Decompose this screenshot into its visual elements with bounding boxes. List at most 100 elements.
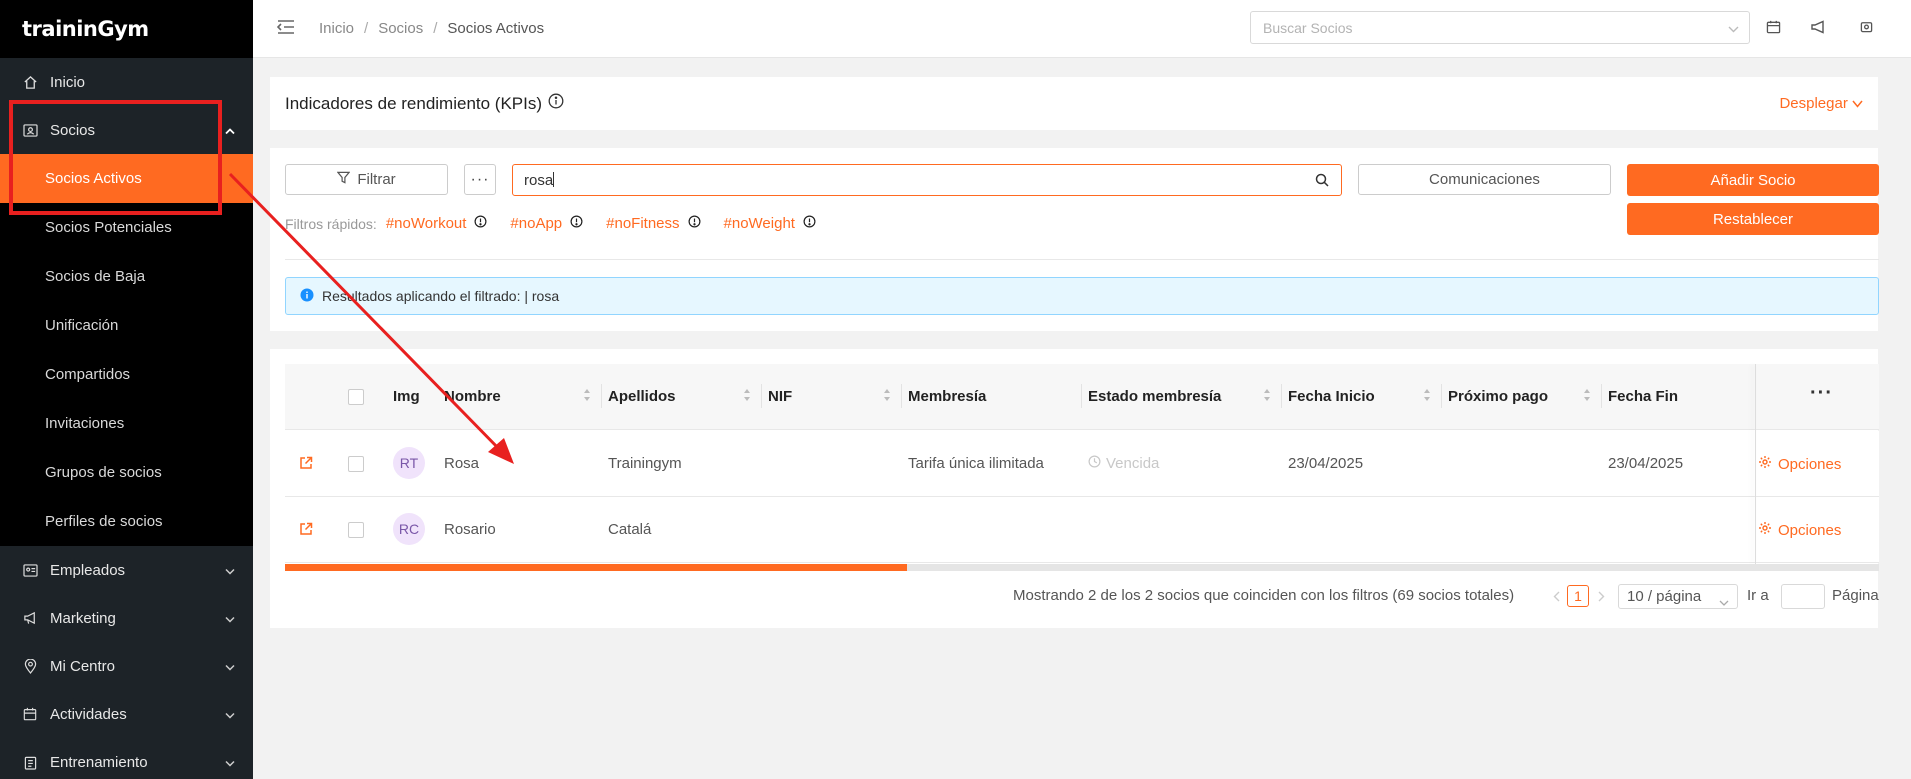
column-header-fecha-fin: Fecha Fin (1608, 388, 1679, 405)
sort-icon[interactable] (883, 388, 891, 407)
megaphone-icon[interactable] (1810, 20, 1826, 39)
clipboard-icon (22, 754, 38, 770)
column-settings-ellipsis-icon[interactable]: ··· (1810, 382, 1833, 405)
sidebar-item-mi-centro[interactable]: Mi Centro (0, 642, 253, 690)
column-header-img: Img (393, 388, 420, 405)
page-number: 1 (1574, 588, 1582, 604)
quick-filter-nofitness[interactable]: #noFitness (606, 215, 701, 232)
sidebar-item-socios-activos[interactable]: Socios Activos (0, 154, 253, 203)
row-options-button[interactable]: Opciones (1758, 455, 1841, 473)
reset-label: Restablecer (1712, 210, 1794, 228)
sidebar-item-socios[interactable]: Socios (0, 106, 253, 154)
gear-icon (1758, 455, 1772, 473)
member-search-select[interactable]: Buscar Socios (1250, 11, 1750, 44)
column-header-estado-membresia[interactable]: Estado membresía (1088, 388, 1221, 405)
logo[interactable]: traininGym (0, 0, 253, 58)
quick-filters: Filtros rápidos: #noWorkout #noApp #noFi… (285, 215, 830, 232)
sort-icon[interactable] (583, 388, 591, 407)
breadcrumb-inicio[interactable]: Inicio (319, 20, 354, 37)
quick-filter-noworkout[interactable]: #noWorkout (386, 215, 488, 232)
logo-text: traininGym (22, 17, 149, 41)
breadcrumb-separator: / (364, 20, 369, 37)
filters-panel: Filtrar ··· rosa Comunicaciones Añadir S… (270, 148, 1879, 331)
column-separator (901, 384, 902, 408)
sort-icon[interactable] (1263, 388, 1271, 407)
select-all-checkbox[interactable] (348, 389, 364, 405)
column-separator (601, 384, 602, 408)
add-member-button[interactable]: Añadir Socio (1627, 164, 1879, 196)
sidebar-item-entrenamiento[interactable]: Entrenamiento (0, 738, 253, 779)
chevron-down-icon (225, 754, 235, 771)
sidebar-item-empleados[interactable]: Empleados (0, 546, 253, 594)
sidebar-item-actividades[interactable]: Actividades (0, 690, 253, 738)
sidebar-item-unificacion[interactable]: Unificación (0, 301, 253, 350)
column-separator (1081, 384, 1082, 408)
sidebar-item-label: Actividades (50, 705, 127, 723)
sidebar-item-marketing[interactable]: Marketing (0, 594, 253, 642)
row-checkbox[interactable] (348, 456, 364, 472)
kpi-expand-link[interactable]: Desplegar (1779, 95, 1863, 112)
sub-item-label: Grupos de socios (45, 464, 162, 481)
sort-icon[interactable] (1423, 388, 1431, 407)
member-search-input[interactable]: rosa (512, 164, 1342, 196)
communications-button[interactable]: Comunicaciones (1358, 164, 1611, 195)
socios-submenu: Socios Activos Socios Potenciales Socios… (0, 154, 253, 546)
sidebar-item-compartidos[interactable]: Compartidos (0, 350, 253, 399)
column-header-nombre[interactable]: Nombre (444, 388, 501, 405)
sidebar-item-label: Inicio (50, 73, 86, 91)
gear-icon (1758, 521, 1772, 539)
column-header-apellidos[interactable]: Apellidos (608, 388, 676, 405)
sidebar-item-socios-de-baja[interactable]: Socios de Baja (0, 252, 253, 301)
open-external-icon[interactable] (299, 522, 313, 541)
calendar-icon[interactable] (1766, 20, 1781, 39)
sort-icon[interactable] (743, 388, 751, 407)
prev-page-icon[interactable] (1553, 589, 1560, 607)
quick-filter-noapp[interactable]: #noApp (510, 215, 583, 232)
menu-collapse-icon[interactable] (276, 19, 295, 40)
column-separator (1601, 384, 1602, 408)
page-button-current[interactable]: 1 (1567, 585, 1589, 607)
breadcrumb: Inicio / Socios / Socios Activos (319, 20, 544, 37)
search-icon[interactable] (1315, 173, 1329, 191)
sidebar-item-grupos-de-socios[interactable]: Grupos de socios (0, 448, 253, 497)
breadcrumb-socios[interactable]: Socios (378, 20, 423, 37)
members-table-panel: Img Nombre Apellidos NIF Membresía Estad… (270, 349, 1879, 628)
sub-item-label: Perfiles de socios (45, 513, 163, 530)
info-icon (474, 215, 487, 232)
reset-button[interactable]: Restablecer (1627, 203, 1879, 235)
page-size-select[interactable]: 10 / página (1618, 584, 1738, 609)
open-external-icon[interactable] (299, 456, 313, 475)
sort-icon[interactable] (1583, 388, 1591, 407)
communications-label: Comunicaciones (1429, 171, 1540, 188)
quick-filter-text: #noWorkout (385, 215, 467, 232)
horizontal-scrollbar[interactable] (285, 564, 1879, 571)
table-row: RT Rosa Trainingym Tarifa única ilimitad… (285, 431, 1879, 497)
kpi-title: Indicadores de rendimiento (KPIs) (285, 93, 564, 114)
table-header: Img Nombre Apellidos NIF Membresía Estad… (285, 364, 1879, 430)
info-icon[interactable] (548, 93, 564, 114)
row-checkbox[interactable] (348, 522, 364, 538)
user-avatar-icon[interactable] (1860, 20, 1873, 38)
sidebar-item-label: Mi Centro (50, 657, 116, 675)
sidebar-item-inicio[interactable]: Inicio (0, 58, 253, 106)
sidebar-item-label: Socios (50, 121, 96, 139)
column-header-proximo-pago[interactable]: Próximo pago (1448, 388, 1548, 405)
sidebar-item-perfiles-de-socios[interactable]: Perfiles de socios (0, 497, 253, 546)
row-options-button[interactable]: Opciones (1758, 521, 1841, 539)
more-options-button[interactable]: ··· (464, 164, 496, 195)
next-page-icon[interactable] (1598, 589, 1605, 607)
sidebar-item-socios-potenciales[interactable]: Socios Potenciales (0, 203, 253, 252)
expand-label: Desplegar (1779, 95, 1848, 112)
quick-filter-noweight[interactable]: #noWeight (724, 215, 816, 232)
chevron-down-icon (1852, 95, 1863, 112)
sidebar-item-invitaciones[interactable]: Invitaciones (0, 399, 253, 448)
column-header-nif[interactable]: NIF (768, 388, 792, 405)
column-separator (1441, 384, 1442, 408)
filter-info-alert: Resultados aplicando el filtrado: | rosa (285, 277, 1879, 315)
filter-button[interactable]: Filtrar (285, 164, 448, 195)
column-header-fecha-inicio[interactable]: Fecha Inicio (1288, 388, 1375, 405)
scrollbar-thumb[interactable] (285, 564, 907, 571)
goto-page-input[interactable] (1781, 584, 1825, 609)
cell-apellidos: Trainingym (608, 455, 682, 472)
goto-label: Ir a (1747, 587, 1769, 604)
